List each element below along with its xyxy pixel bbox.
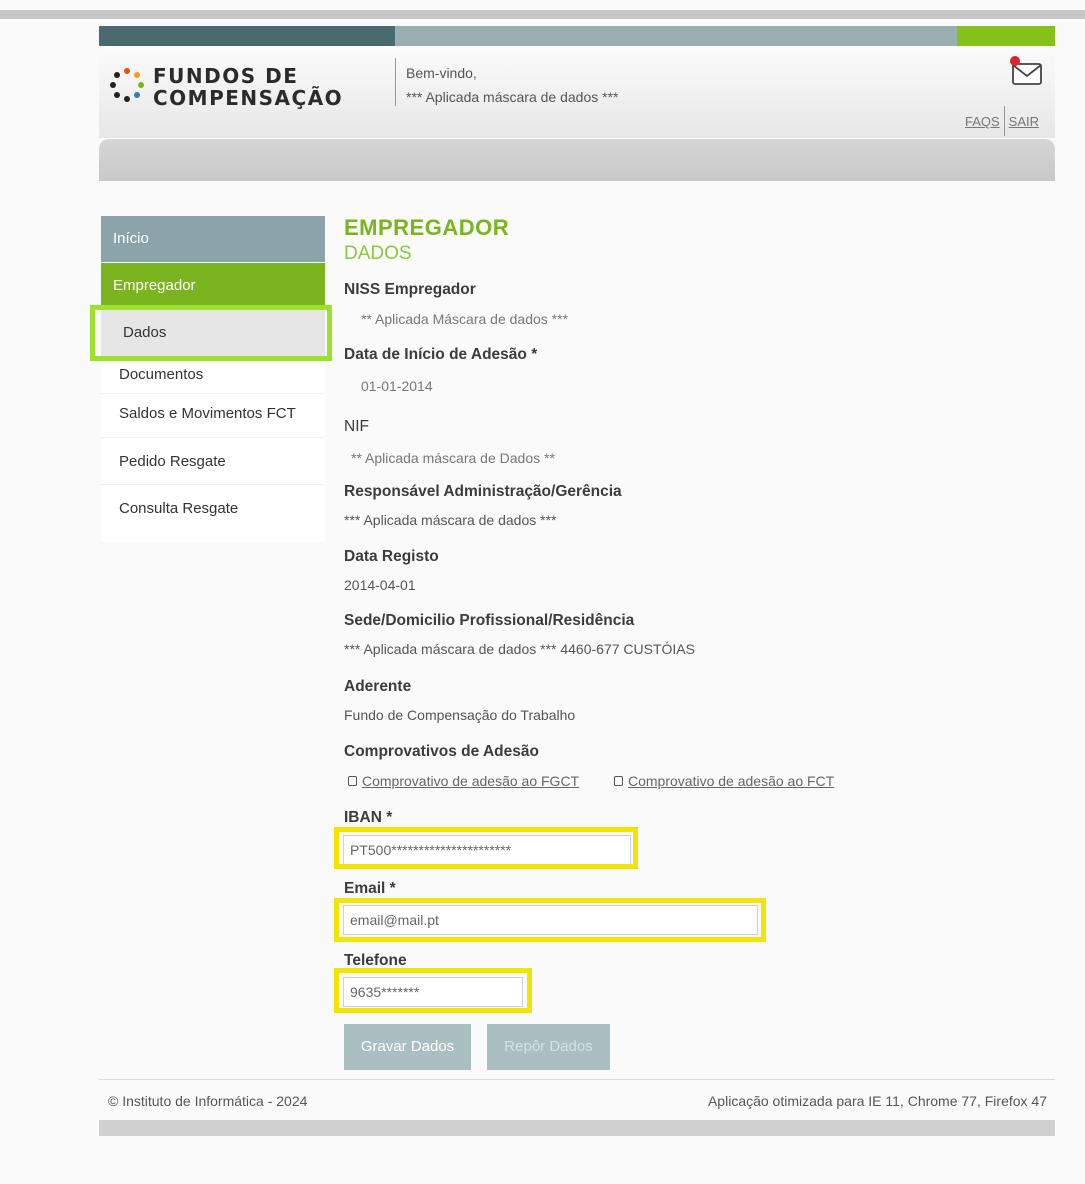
site-header: FUNDOS DE COMPENSAÇÃO Bem-vindo, *** Apl… xyxy=(99,46,1055,138)
top-window-line xyxy=(0,10,1085,19)
aderente-label: Aderente xyxy=(344,678,412,695)
iban-label: IBAN * xyxy=(344,809,393,826)
navigation-band xyxy=(99,139,1055,181)
aderente-value: Fundo de Compensação do Trabalho xyxy=(344,707,576,723)
responsavel-value: *** Aplicada máscara de dados *** xyxy=(344,512,557,528)
highlight-box-email xyxy=(334,898,766,942)
comprovativo-fgct-link[interactable]: Comprovativo de adesão ao FGCT xyxy=(348,773,579,789)
sidebar-item-empregador[interactable]: Empregador xyxy=(101,263,325,309)
nif-value: ** Aplicada máscara de Dados ** xyxy=(351,450,555,466)
logo-text: FUNDOS DE COMPENSAÇÃO xyxy=(153,65,343,109)
email-label: Email * xyxy=(344,880,396,897)
niss-label: NISS Empregador xyxy=(344,281,476,298)
header-separator xyxy=(395,58,396,106)
sidebar-item-consulta-resgate[interactable]: Consulta Resgate xyxy=(101,485,325,532)
logo-line-2: COMPENSAÇÃO xyxy=(153,86,344,110)
niss-value: ** Aplicada Máscara de dados *** xyxy=(361,311,569,327)
data-inicio-value: 01-01-2014 xyxy=(361,378,433,394)
sidebar-item-documentos[interactable]: Documentos xyxy=(101,356,325,394)
fundos-compensacao-logo[interactable]: FUNDOS DE COMPENSAÇÃO xyxy=(109,64,399,114)
page-title: EMPREGADOR xyxy=(344,215,510,240)
links-divider xyxy=(1003,106,1005,136)
top-color-bar xyxy=(99,26,1055,46)
footer-copyright: © Instituto de Informática - 2024 xyxy=(108,1093,308,1109)
sede-label: Sede/Domicilio Profissional/Residência xyxy=(344,612,635,629)
data-registo-value: 2014-04-01 xyxy=(344,577,416,593)
highlight-box-dados xyxy=(90,305,332,361)
footer-bar xyxy=(99,1120,1055,1136)
sede-value: *** Aplicada máscara de dados *** 4460-6… xyxy=(344,641,695,657)
nif-label: NIF xyxy=(344,418,369,435)
top-bar-segment-green xyxy=(957,26,1055,46)
sidebar-item-saldos[interactable]: Saldos e Movimentos FCT xyxy=(101,394,325,438)
welcome-block: Bem-vindo, *** Aplicada máscara de dados… xyxy=(406,61,618,109)
top-bar-segment-light xyxy=(395,26,957,46)
document-icon xyxy=(348,776,357,786)
comprovativos-label: Comprovativos de Adesão xyxy=(344,743,539,760)
comprovativo-fct-link[interactable]: Comprovativo de adesão ao FCT xyxy=(614,773,834,789)
highlight-box-telefone xyxy=(334,968,532,1013)
footer-divider xyxy=(99,1079,1055,1080)
sidebar-item-inicio[interactable]: Início xyxy=(101,216,325,262)
comprovativo-fgct-text: Comprovativo de adesão ao FGCT xyxy=(362,773,580,789)
footer-browser-note: Aplicação otimizada para IE 11, Chrome 7… xyxy=(707,1093,1047,1109)
document-icon xyxy=(614,776,623,786)
sidebar-item-pedido-resgate[interactable]: Pedido Resgate xyxy=(101,438,325,485)
data-inicio-label: Data de Início de Adesão * xyxy=(344,346,538,363)
logo-mark-icon xyxy=(110,68,144,102)
repor-dados-button[interactable]: Repôr Dados xyxy=(487,1024,610,1070)
sair-link[interactable]: SAIR xyxy=(1009,114,1039,129)
responsavel-label: Responsável Administração/Gerência xyxy=(344,483,622,500)
gravar-dados-button[interactable]: Gravar Dados xyxy=(344,1024,471,1070)
sidebar: Início Empregador Dados Documentos Saldo… xyxy=(101,216,325,542)
logo-line-1: FUNDOS DE xyxy=(153,64,299,88)
welcome-text: Bem-vindo, xyxy=(406,65,477,81)
comprovativo-fct-text: Comprovativo de adesão ao FCT xyxy=(628,773,835,789)
top-bar-segment-dark xyxy=(99,26,395,46)
data-registo-label: Data Registo xyxy=(344,548,439,565)
page-subtitle: DADOS xyxy=(344,243,412,264)
faqs-link[interactable]: FAQS xyxy=(965,114,1000,129)
mail-notification-icon[interactable] xyxy=(1005,54,1043,88)
user-name: *** Aplicada máscara de dados *** xyxy=(406,89,619,105)
header-links: FAQS SAIR xyxy=(965,106,1039,136)
highlight-box-iban xyxy=(334,827,638,869)
